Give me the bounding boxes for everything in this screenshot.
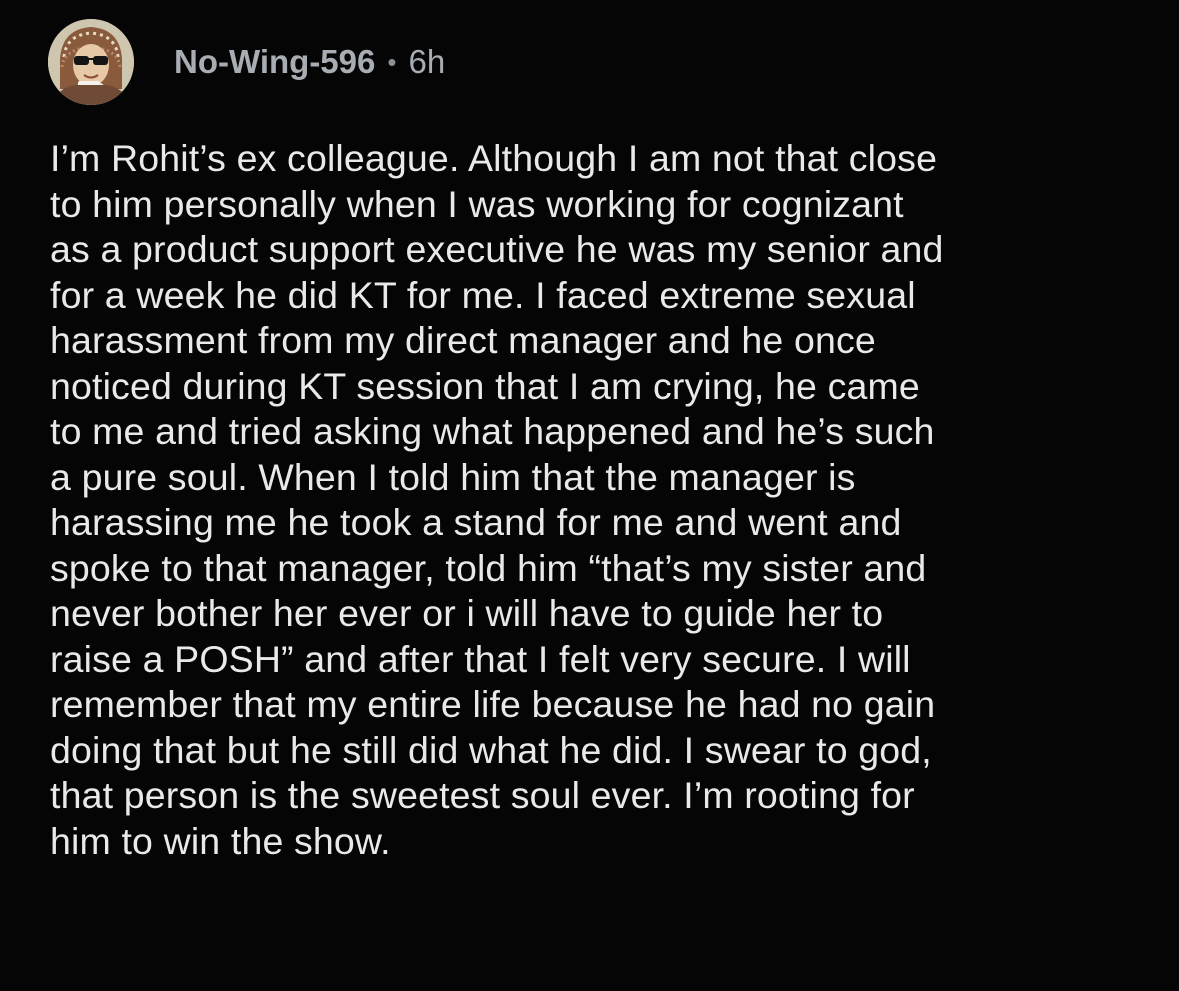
- comment-line: never bother her ever or i will have to …: [50, 592, 884, 634]
- avatar-image: [48, 19, 134, 105]
- comment-line: to me and tried asking what happened and…: [50, 410, 935, 452]
- comment-line: as a product support executive he was my…: [50, 228, 944, 270]
- comment-body: I’m Rohit’s ex colleague. Although I am …: [50, 136, 1160, 864]
- comment-line: doing that but he still did what he did.…: [50, 728, 932, 771]
- comment-line: raise a POSH” and after that I felt very…: [50, 637, 911, 680]
- comment-line: I’m Rohit’s ex colleague. Although I am …: [50, 137, 938, 179]
- user-avatar-icon[interactable]: [48, 19, 134, 105]
- comment-line: harassing me he took a stand for me and …: [50, 501, 902, 543]
- meta-separator: •: [387, 47, 397, 77]
- comment-meta: No-Wing-596 • 6h: [174, 42, 445, 82]
- comment-line: him to win the show.: [50, 819, 391, 862]
- comment-line: remember that my entire life because he …: [50, 683, 936, 725]
- comment-line: spoke to that manager, told him “that’s …: [50, 546, 927, 589]
- comment-line: a pure soul. When I told him that the ma…: [50, 455, 856, 498]
- comment-line: harassment from my direct manager and he…: [50, 319, 876, 361]
- comment-line: noticed during KT session that I am cryi…: [50, 364, 920, 407]
- comment-line: to him personally when I was working for…: [50, 182, 904, 225]
- comment-line: that person is the sweetest soul ever. I…: [50, 774, 915, 816]
- username-link[interactable]: No-Wing-596: [174, 42, 375, 82]
- timestamp[interactable]: 6h: [408, 42, 445, 82]
- comment-header: No-Wing-596 • 6h: [48, 19, 445, 105]
- comment-line: for a week he did KT for me. I faced ext…: [50, 273, 916, 316]
